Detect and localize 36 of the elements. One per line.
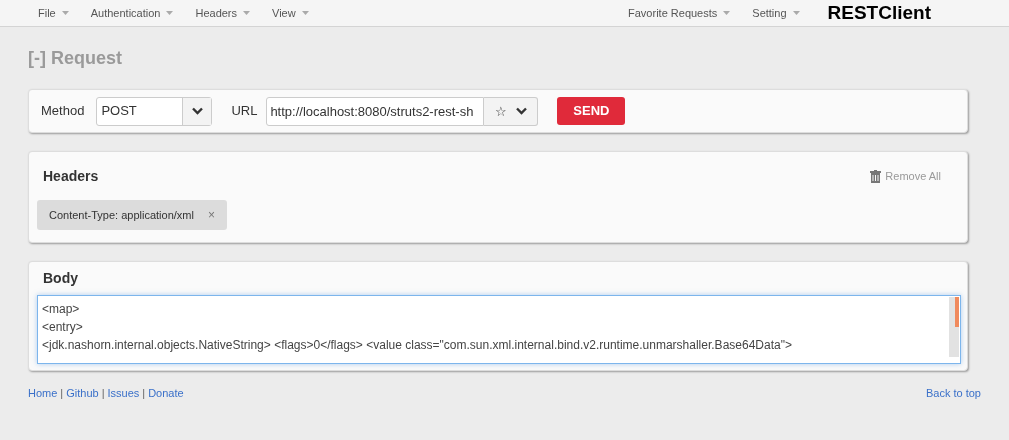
brand-title: RESTClient [827, 0, 931, 25]
url-field[interactable]: http://localhost:8080/struts2-rest-sh [266, 96, 485, 126]
menu-item[interactable]: Favorite Requests [628, 4, 731, 22]
separator: | [60, 385, 64, 401]
send-button[interactable]: SEND [557, 97, 626, 125]
caret-icon [243, 11, 251, 15]
header-text: Content-Type: application/xml [49, 207, 194, 223]
menu-item[interactable]: File [38, 4, 69, 22]
favorite-button[interactable]: ☆ [494, 104, 507, 118]
method-label: Method [41, 102, 85, 121]
caret-icon [792, 11, 800, 15]
section-title: Request [51, 46, 122, 70]
menu-item[interactable]: Setting [752, 4, 800, 22]
caret-icon [61, 11, 69, 15]
chevron-down-icon[interactable] [515, 107, 527, 115]
url-label: URL [231, 102, 258, 121]
chevron-down-icon [191, 107, 203, 115]
separator: | [101, 385, 105, 401]
caret-icon [166, 11, 174, 15]
menu-item[interactable]: Headers [195, 4, 251, 22]
method-select[interactable]: POST [96, 96, 213, 126]
header-tag[interactable]: Content-Type: application/xml × [37, 200, 227, 230]
panel-title: Body [43, 269, 78, 288]
scrollbar[interactable] [949, 297, 959, 357]
caret-icon [723, 11, 731, 15]
footer-link[interactable]: Github [66, 384, 99, 402]
caret-icon [301, 11, 309, 15]
back-to-top-link[interactable]: Back to top [925, 384, 981, 402]
trash-icon [870, 169, 882, 183]
panel-title: Headers [43, 166, 99, 186]
menu-item[interactable]: Authentication [90, 4, 174, 22]
footer-link[interactable]: Issues [107, 384, 140, 402]
separator: | [142, 385, 146, 401]
menu-item[interactable]: View [272, 4, 309, 22]
footer-link[interactable]: Home [28, 384, 58, 402]
footer-link[interactable]: Donate [148, 384, 184, 402]
